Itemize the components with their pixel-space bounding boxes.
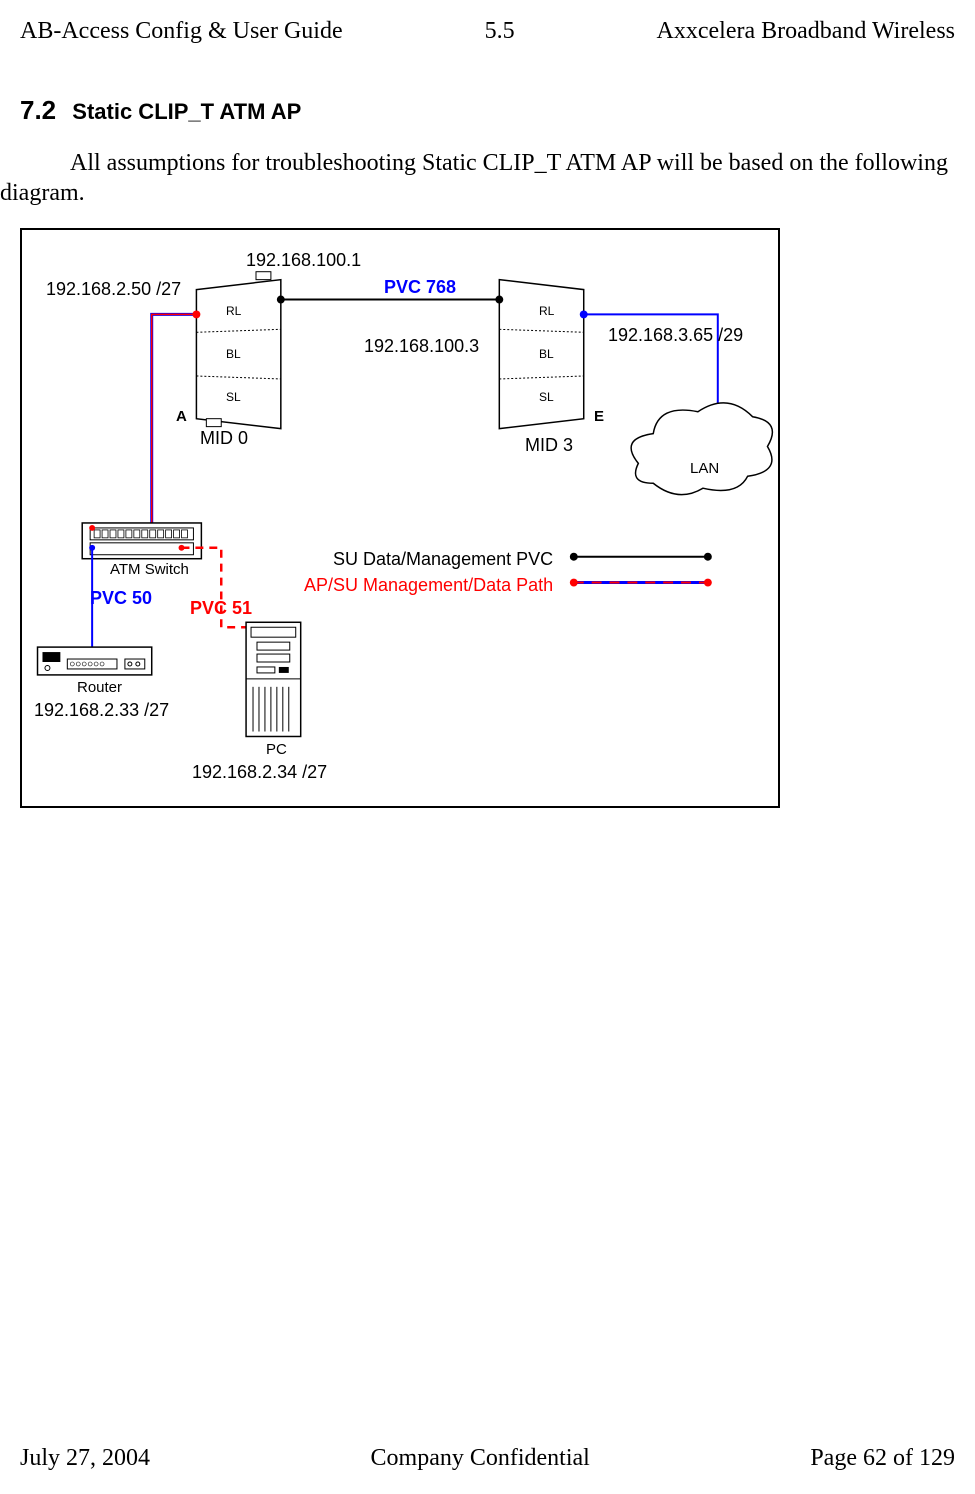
label-pc: PC [266, 741, 287, 758]
nodeE-rl: RL [539, 304, 554, 318]
nodeE-sl: SL [539, 390, 554, 404]
nodeA-rl: RL [226, 304, 241, 318]
legend-ap-blue: Data Path [473, 575, 553, 595]
label-pvc50: PVC 50 [90, 588, 152, 609]
nodeA-sl: SL [226, 390, 241, 404]
label-router-ip: 192.168.2.33 /27 [34, 700, 169, 721]
footer-right: Page 62 of 129 [810, 1445, 955, 1472]
label-router: Router [77, 679, 122, 696]
label-pvc768: PVC 768 [384, 277, 456, 298]
body-line-1: All assumptions for troubleshooting Stat… [70, 150, 948, 176]
label-ip-mid: 192.168.100.3 [364, 336, 479, 357]
body-line-2: diagram. [0, 180, 85, 206]
header-right: Axxcelera Broadband Wireless [657, 18, 955, 45]
label-mid3: MID 3 [525, 435, 573, 456]
section-heading: 7.2 Static CLIP_T ATM AP [20, 95, 301, 126]
footer-left: July 27, 2004 [20, 1445, 150, 1472]
legend-su: SU Data/Management PVC [333, 549, 553, 570]
header-left: AB-Access Config & User Guide [20, 18, 343, 45]
network-diagram: 192.168.100.1 192.168.2.50 /27 PVC 768 1… [20, 228, 780, 808]
legend-ap: AP/SU Management/Data Path [304, 575, 553, 596]
label-pvc51: PVC 51 [190, 598, 252, 619]
header-center: 5.5 [485, 18, 515, 45]
label-lan: LAN [690, 460, 719, 477]
section-title: Static CLIP_T ATM AP [72, 99, 301, 124]
label-mid0: MID 0 [200, 428, 248, 449]
nodeE-bl: BL [539, 347, 554, 361]
label-atm-switch: ATM Switch [110, 561, 189, 578]
label-ip-top: 192.168.100.1 [246, 250, 361, 271]
label-ip-right: 192.168.3.65 /29 [608, 325, 743, 346]
footer-center: Company Confidential [371, 1445, 590, 1472]
nodeA-letter: A [176, 408, 187, 425]
nodeE-letter: E [594, 408, 604, 425]
label-pc-ip: 192.168.2.34 /27 [192, 762, 327, 783]
section-number: 7.2 [20, 95, 56, 125]
nodeA-bl: BL [226, 347, 241, 361]
legend-ap-prefix: AP/SU Management/ [304, 575, 473, 595]
body-paragraph: All assumptions for troubleshooting Stat… [0, 148, 975, 208]
label-ip-left: 192.168.2.50 /27 [46, 279, 181, 300]
